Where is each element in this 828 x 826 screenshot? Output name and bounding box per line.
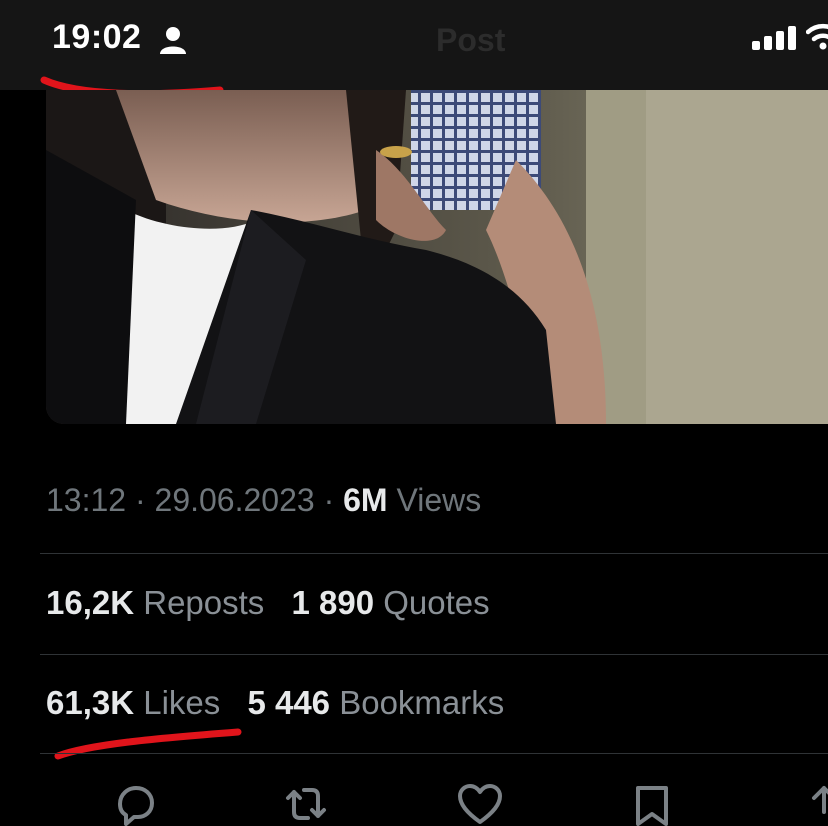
- wifi-icon: [806, 23, 828, 50]
- likes-label: Likes: [143, 684, 221, 721]
- repost-icon[interactable]: [282, 782, 330, 826]
- likes-count: 61,3K: [46, 684, 135, 721]
- reposts-quotes-row: 16,2K Reposts 1 890 Quotes: [46, 584, 508, 622]
- nav-title: Post: [436, 22, 506, 58]
- post-timestamp-row: 13:12 · 29.06.2023 · 6M Views: [46, 482, 481, 519]
- red-underline-annotation: [54, 728, 242, 760]
- post-date: 29.06.2023: [154, 482, 315, 518]
- bookmarks-stat[interactable]: 5 446 Bookmarks: [247, 684, 504, 722]
- share-icon[interactable]: [800, 782, 828, 826]
- separator: ·: [323, 482, 335, 518]
- divider: [40, 654, 828, 655]
- bookmarks-label: Bookmarks: [339, 684, 505, 721]
- views-label: Views: [396, 482, 482, 518]
- post-image[interactable]: [46, 90, 828, 424]
- reposts-count: 16,2K: [46, 584, 135, 621]
- bookmarks-count: 5 446: [247, 684, 331, 721]
- quotes-stat[interactable]: 1 890 Quotes: [291, 584, 489, 622]
- reply-icon[interactable]: [112, 782, 160, 826]
- person-icon: [160, 27, 186, 54]
- likes-bookmarks-row: 61,3K Likes 5 446 Bookmarks: [46, 684, 522, 722]
- divider: [40, 753, 828, 754]
- status-time: 19:02: [52, 18, 142, 56]
- quotes-label: Quotes: [383, 584, 490, 621]
- separator: ·: [134, 482, 146, 518]
- views-count: 6M: [343, 482, 388, 518]
- reposts-label: Reposts: [143, 584, 265, 621]
- quotes-count: 1 890: [291, 584, 375, 621]
- cellular-signal-icon: [752, 26, 796, 50]
- post-time: 13:12: [46, 482, 127, 518]
- reposts-stat[interactable]: 16,2K Reposts: [46, 584, 264, 622]
- bookmark-icon[interactable]: [628, 782, 676, 826]
- divider: [40, 553, 828, 554]
- heart-icon[interactable]: [456, 782, 504, 826]
- likes-stat[interactable]: 61,3K Likes: [46, 684, 220, 722]
